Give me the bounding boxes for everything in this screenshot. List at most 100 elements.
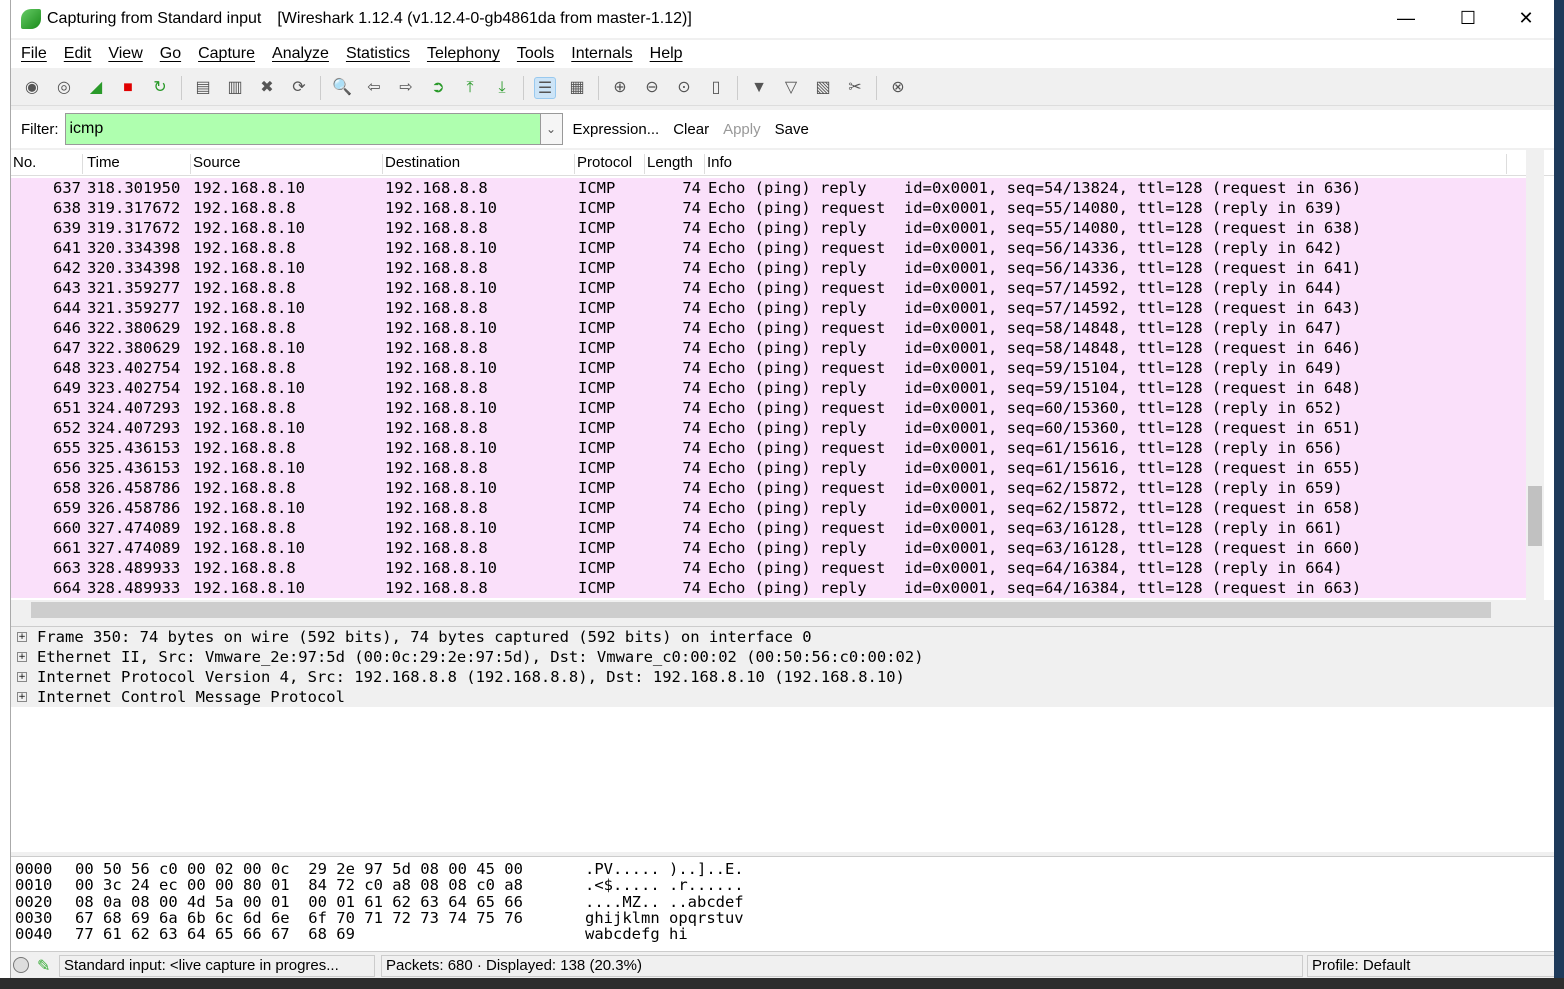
- table-row[interactable]: 649 323.402754 192.168.8.10 192.168.8.8 ICMP…: [11, 378, 1533, 398]
- first-packet-icon[interactable]: ⤒: [459, 77, 481, 99]
- options-icon[interactable]: ◎: [53, 77, 75, 99]
- table-row[interactable]: 644 321.359277 192.168.8.10 192.168.8.8 ICMP…: [11, 298, 1533, 318]
- filter-input[interactable]: icmp: [64, 113, 541, 145]
- table-row[interactable]: 647 322.380629 192.168.8.10 192.168.8.8 ICMP…: [11, 338, 1533, 358]
- reload-icon[interactable]: ⟳: [288, 77, 310, 99]
- capture-filters-icon[interactable]: ▼: [748, 77, 770, 99]
- menu-view[interactable]: View: [108, 45, 142, 63]
- column-header-length[interactable]: Length: [647, 154, 705, 174]
- packet-source: 192.168.8.10: [193, 179, 305, 197]
- packet-info: Echo (ping) request id=0x0001, seq=64/16…: [708, 559, 1343, 577]
- vertical-scrollbar[interactable]: [1526, 150, 1544, 600]
- table-row[interactable]: 643 321.359277 192.168.8.8 192.168.8.10 ICMP…: [11, 278, 1533, 298]
- menu-capture[interactable]: Capture: [198, 45, 255, 63]
- expand-icon[interactable]: +: [17, 652, 27, 662]
- save-button[interactable]: Save: [775, 121, 809, 138]
- chevron-down-icon[interactable]: ⌄: [540, 113, 563, 145]
- close-file-icon[interactable]: ✖: [256, 77, 278, 99]
- menu-help[interactable]: Help: [650, 45, 683, 63]
- table-row[interactable]: 663 328.489933 192.168.8.8 192.168.8.10 ICMP…: [11, 558, 1533, 578]
- expand-icon[interactable]: +: [17, 672, 27, 682]
- hex-ascii: ....MZ.. ..abcdef: [585, 892, 744, 911]
- table-row[interactable]: 646 322.380629 192.168.8.8 192.168.8.10 ICMP…: [11, 318, 1533, 338]
- maximize-button[interactable]: ☐: [1453, 8, 1483, 29]
- help-icon[interactable]: ⊗: [887, 77, 909, 99]
- packet-source: 192.168.8.8: [193, 319, 296, 337]
- column-header-info[interactable]: Info: [707, 154, 1507, 174]
- table-row[interactable]: 656 325.436153 192.168.8.10 192.168.8.8 ICMP…: [11, 458, 1533, 478]
- column-header-time[interactable]: Time: [87, 154, 191, 174]
- start-capture-icon[interactable]: ◢: [85, 77, 107, 99]
- table-row[interactable]: 651 324.407293 192.168.8.8 192.168.8.10 ICMP…: [11, 398, 1533, 418]
- horizontal-scrollbar[interactable]: [11, 600, 1555, 620]
- column-header-destination[interactable]: Destination: [385, 154, 575, 174]
- expand-icon[interactable]: +: [17, 632, 27, 642]
- colorize-icon[interactable]: ☰: [534, 76, 556, 99]
- detail-tree-item[interactable]: + Ethernet II, Src: Vmware_2e:97:5d (00:0…: [11, 647, 1555, 667]
- minimize-button[interactable]: —: [1391, 8, 1421, 29]
- capture-comment-icon[interactable]: ✎: [37, 956, 50, 976]
- find-icon[interactable]: 🔍: [331, 77, 353, 99]
- clear-button[interactable]: Clear: [673, 121, 709, 138]
- detail-tree-item[interactable]: + Internet Protocol Version 4, Src: 192.1…: [11, 667, 1555, 687]
- table-row[interactable]: 661 327.474089 192.168.8.10 192.168.8.8 ICMP…: [11, 538, 1533, 558]
- menu-edit[interactable]: Edit: [64, 45, 92, 63]
- back-icon[interactable]: ⇦: [363, 77, 385, 99]
- hex-ascii: wabcdefg hi: [585, 925, 688, 944]
- menu-analyze[interactable]: Analyze: [272, 45, 329, 63]
- menu-internals[interactable]: Internals: [571, 45, 632, 63]
- apply-button[interactable]: Apply: [723, 121, 761, 138]
- save-icon[interactable]: ▥: [224, 77, 246, 99]
- packet-bytes: 0000 00 50 56 c0 00 02 00 0c 29 2e 97 5d …: [11, 856, 1555, 952]
- table-row[interactable]: 641 320.334398 192.168.8.8 192.168.8.10 ICMP…: [11, 238, 1533, 258]
- table-row[interactable]: 638 319.317672 192.168.8.8 192.168.8.10 ICMP…: [11, 198, 1533, 218]
- zoom-in-icon[interactable]: ⊕: [609, 77, 631, 99]
- column-header-source[interactable]: Source: [193, 154, 383, 174]
- coloring-rules-icon[interactable]: ▧: [812, 77, 834, 99]
- expression-button[interactable]: Expression...: [573, 121, 660, 138]
- table-row[interactable]: 652 324.407293 192.168.8.10 192.168.8.8 ICMP…: [11, 418, 1533, 438]
- packet-source: 192.168.8.10: [193, 259, 305, 277]
- status-profile[interactable]: Profile: Default: [1307, 955, 1555, 977]
- table-row[interactable]: 655 325.436153 192.168.8.8 192.168.8.10 ICMP…: [11, 438, 1533, 458]
- table-row[interactable]: 659 326.458786 192.168.8.10 192.168.8.8 ICMP…: [11, 498, 1533, 518]
- detail-tree-item[interactable]: + Internet Control Message Protocol: [11, 687, 1555, 707]
- column-header-protocol[interactable]: Protocol: [577, 154, 645, 174]
- detail-tree-item[interactable]: + Frame 350: 74 bytes on wire (592 bits),…: [11, 627, 1555, 647]
- preferences-icon[interactable]: ✂: [844, 77, 866, 99]
- menu-go[interactable]: Go: [160, 45, 181, 63]
- zoom-normal-icon[interactable]: ⊙: [673, 77, 695, 99]
- resize-columns-icon[interactable]: ▯: [705, 77, 727, 99]
- interfaces-icon[interactable]: ◉: [21, 77, 43, 99]
- menu-statistics[interactable]: Statistics: [346, 45, 410, 63]
- scrollbar-thumb[interactable]: [31, 602, 1491, 618]
- last-packet-icon[interactable]: ⤓: [491, 77, 513, 99]
- menu-file[interactable]: File: [21, 45, 47, 63]
- table-row[interactable]: 642 320.334398 192.168.8.10 192.168.8.8 ICMP…: [11, 258, 1533, 278]
- goto-icon[interactable]: ➲: [427, 77, 449, 99]
- table-row[interactable]: 660 327.474089 192.168.8.8 192.168.8.10 ICMP…: [11, 518, 1533, 538]
- packet-info: Echo (ping) request id=0x0001, seq=59/15…: [708, 359, 1343, 377]
- table-row[interactable]: 664 328.489933 192.168.8.10 192.168.8.8 ICMP…: [11, 578, 1533, 598]
- menu-tools[interactable]: Tools: [517, 45, 554, 63]
- forward-icon[interactable]: ⇨: [395, 77, 417, 99]
- menu-telephony[interactable]: Telephony: [427, 45, 500, 63]
- restart-capture-icon[interactable]: ↻: [149, 77, 171, 99]
- table-row[interactable]: 648 323.402754 192.168.8.8 192.168.8.10 ICMP…: [11, 358, 1533, 378]
- scrollbar-thumb[interactable]: [1528, 486, 1542, 546]
- expert-info-icon[interactable]: [13, 957, 29, 973]
- display-filters-icon[interactable]: ▽: [780, 77, 802, 99]
- close-button[interactable]: ✕: [1511, 8, 1541, 29]
- packet-no: 651: [53, 399, 81, 417]
- packet-length: 74: [682, 479, 701, 497]
- autoscroll-icon[interactable]: ▦: [566, 77, 588, 99]
- table-row[interactable]: 658 326.458786 192.168.8.8 192.168.8.10 ICMP…: [11, 478, 1533, 498]
- expand-icon[interactable]: +: [17, 692, 27, 702]
- table-row[interactable]: 639 319.317672 192.168.8.10 192.168.8.8 ICMP…: [11, 218, 1533, 238]
- stop-capture-icon[interactable]: ■: [117, 77, 139, 99]
- table-row[interactable]: 637 318.301950 192.168.8.10 192.168.8.8 ICMP…: [11, 178, 1533, 198]
- open-icon[interactable]: ▤: [192, 77, 214, 99]
- zoom-out-icon[interactable]: ⊖: [641, 77, 663, 99]
- packet-time: 322.380629: [87, 339, 181, 357]
- column-header-no[interactable]: No.: [13, 154, 83, 174]
